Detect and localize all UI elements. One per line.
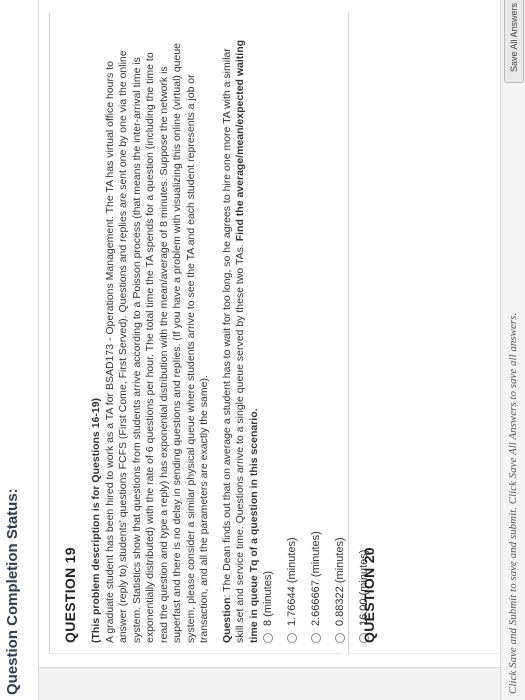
footer-bar: Click Save and Submit to save and submit… bbox=[500, 0, 525, 700]
answer-option-label: 8 (minutes) bbox=[262, 570, 274, 626]
radio-button[interactable] bbox=[335, 633, 345, 643]
problem-description-title: (This problem description is for Questio… bbox=[90, 397, 102, 643]
save-all-answers-button[interactable]: Save All Answers bbox=[504, 0, 524, 84]
question-19-heading: QUESTION 19 bbox=[62, 547, 78, 643]
question-completion-status-title: Question Completion Status: bbox=[4, 488, 21, 695]
side-rail bbox=[39, 667, 525, 700]
header-divider bbox=[38, 0, 39, 700]
answer-option-label: 2.666667 (minutes) bbox=[310, 531, 322, 626]
problem-description-text: A graduate student has been hired to wor… bbox=[103, 42, 211, 643]
radio-button[interactable] bbox=[287, 633, 297, 643]
save-submit-hint: Click Save and Submit to save and submit… bbox=[507, 312, 519, 694]
answer-option[interactable]: 1.76644 (minutes) bbox=[280, 531, 304, 643]
answer-option[interactable]: 8 (minutes) bbox=[256, 531, 280, 643]
radio-button[interactable] bbox=[311, 633, 321, 643]
question-19-body: (This problem description is for Questio… bbox=[90, 31, 270, 643]
answer-option-label: 0.88322 (minutes) bbox=[334, 537, 346, 626]
question-prompt-label: Question bbox=[220, 597, 233, 643]
question-prompt: Question: The Dean finds out that on ave… bbox=[221, 31, 262, 643]
question-20-block: QUESTION 20 bbox=[348, 13, 499, 654]
question-20-heading: QUESTION 20 bbox=[361, 547, 377, 643]
radio-button[interactable] bbox=[263, 633, 273, 643]
problem-description: (This problem description is for Questio… bbox=[90, 31, 212, 643]
answer-option[interactable]: 2.666667 (minutes) bbox=[304, 531, 328, 643]
answer-option-label: 1.76644 (minutes) bbox=[286, 537, 298, 626]
question-19-block: QUESTION 19 (This problem description is… bbox=[49, 13, 370, 654]
page-canvas: Question Completion Status: QUESTION 19 … bbox=[0, 0, 525, 700]
